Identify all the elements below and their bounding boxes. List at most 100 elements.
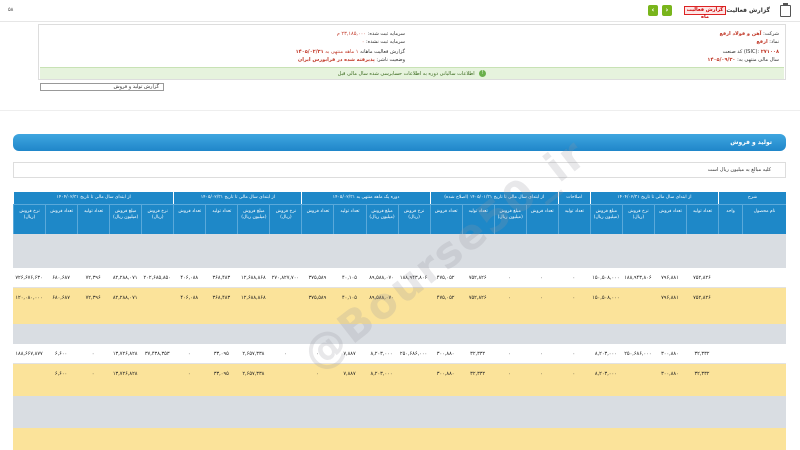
column-header: مبلغ فروش (میلیون ریال) [237, 204, 270, 234]
column-header: تعداد تولید [685, 204, 718, 234]
table-cell: ۳۷۵,۵۸۹ [308, 275, 327, 281]
table-section-row [13, 324, 786, 344]
table-cell: ۰ [91, 371, 95, 377]
table-cell: ۱۵۰,۵۰۸,۰۰۰ [592, 295, 620, 301]
isic-label: کد صنعت (ISIC): [722, 49, 760, 55]
table-cell: ۳۶۸,۴۸۳ [212, 295, 231, 301]
group-header: از ابتدای سال مالی تا تاریخ ۱۴۰۵/۰۲/۳۱ [173, 192, 302, 204]
table-cell: ۳۰۰,۸۸۰ [661, 351, 679, 357]
fiscal-year-label: سال مالی منتهی به: [737, 57, 779, 63]
table-cell: ۰ [540, 295, 544, 301]
table-cell: ۱۳,۷۲۶,۸۲۸ [112, 371, 138, 377]
group-header: اصلاحات [557, 192, 590, 204]
fiscal-year-value: ۱۴۰۵/۰۹/۳۰ [707, 57, 736, 63]
symbol-label: نماد: [769, 39, 779, 45]
table-cell: ۷۵۲,۸۲۶ [468, 275, 487, 281]
info-icon: ! [479, 70, 487, 77]
table-cell: ۱۲۰,۰۸۰,۰۰۰ [15, 295, 43, 301]
column-header: واحد [718, 204, 742, 234]
report-type-label: گزارش فعالیت ماهانه [360, 49, 405, 55]
column-header: تعداد فروش [301, 204, 334, 234]
unit-note: کلیه مبالغ به میلیون ریال است [13, 162, 786, 178]
column-header: نرخ فروش (ریال) [269, 204, 302, 234]
report-section-select[interactable]: گزارش تولید و فروش [40, 83, 164, 91]
table-cell: ۰ [508, 295, 512, 301]
column-header: نرخ فروش (ریال) [13, 204, 46, 234]
status-label: وضعیت ناشر: [376, 57, 405, 63]
table-cell: ۳۲,۳۳۲ [694, 371, 710, 377]
production-sales-table: شرح از ابتدای سال مالی تا تاریخ ۱۴۰۴/۰۲/۳… [13, 192, 786, 450]
page: گزارش فعالیت ماهانه گزارش فعالیت ماه › ‹… [0, 0, 800, 450]
column-header: نرخ فروش (ریال) [621, 204, 654, 234]
column-header: تعداد فروش [45, 204, 78, 234]
table-cell: ۰ [540, 371, 544, 377]
table-cell: ۳۳,۰۹۵ [213, 371, 229, 377]
table-cell: ۸۲,۲۸۸,۰۷۱ [112, 275, 138, 281]
table-cell: ۱۲,۶۸۸,۸۶۸ [241, 275, 266, 281]
symbol-value: ارفع [756, 39, 768, 45]
table-cell: ۳۷۵,۵۸۹ [308, 295, 327, 301]
group-header: از ابتدای سال مالی تا تاریخ ۱۴۰۴/۰۲/۳۱ [589, 192, 718, 204]
company-value: آهن و فولاد ارفع [719, 31, 762, 37]
table-cell: ۷۵۲,۸۲۶ [693, 295, 711, 301]
table-cell: ۰ [540, 275, 544, 281]
table-cell: ۰ [508, 275, 512, 281]
table-section-row [13, 396, 786, 428]
table-cell: ۸,۲۰۳,۰۰۰ [594, 371, 617, 377]
status-value: پذیرفته شده در فرابورس ایران [297, 57, 375, 63]
table-cell: ۱۲,۶۸۸,۸۶۸ [241, 295, 266, 301]
report-tag: گزارش فعالیت ماه [684, 6, 726, 20]
table-cell: ۴۰۶,۰۸۸ [180, 275, 199, 281]
capital-label: سرمایه ثبت شده: [367, 31, 405, 37]
table-cell: ۳۷,۴۳۸,۳۵۳ [144, 351, 170, 357]
table-cell: ۶,۶۰۰ [54, 351, 68, 357]
prev-button[interactable]: ‹ [648, 5, 658, 16]
table-cell: ۳۳,۰۹۵ [213, 351, 229, 357]
group-header: از ابتدای سال مالی تا تاریخ ۱۴۰۴/۰۲/۳۱ [13, 192, 174, 204]
table-cell: ۲,۶۵۷,۳۳۸ [242, 371, 265, 377]
audit-notice: اطلاعات سالیانی دوره به اطلاعات حسابرسی … [40, 67, 784, 79]
column-header: مبلغ فروش (میلیون ریال) [589, 204, 622, 234]
capital-value: ۲۳,۱۸۵,۰۰۰ م [336, 31, 367, 37]
table-cell: ۳۲,۳۳۲ [470, 371, 486, 377]
table-cell: ۷۵۲,۸۲۶ [693, 275, 711, 281]
top-bar: گزارش فعالیت ماهانه گزارش فعالیت ماه › ‹… [0, 0, 800, 22]
table-cell: ۷۵۲,۸۲۶ [468, 295, 487, 301]
next-button[interactable]: › [662, 5, 672, 16]
column-header: نرخ فروش (ریال) [141, 204, 174, 234]
table-cell: ۰ [187, 371, 191, 377]
period-value: ۱۴۰۵/۰۲/۳۱ [295, 49, 324, 55]
table-cell: ۳۶۸,۴۸۳ [212, 275, 231, 281]
company-label: شرکت: [763, 31, 779, 37]
table-cell: ۴۰,۱۰۵ [341, 275, 357, 281]
period-label: ۱ ماهه منتهی به [325, 49, 359, 55]
table-cell: ۳۰۰,۸۸۰ [436, 351, 455, 357]
table-cell: ۸,۲۰۳,۰۰۰ [594, 351, 617, 357]
select-value: گزارش تولید و فروش [113, 84, 159, 90]
column-header: تعداد تولید [77, 204, 110, 234]
table-cell: ۶۸۰,۶۸۷ [52, 275, 70, 281]
table-cell: ۲۰۲,۶۸۵,۸۵۰ [143, 275, 171, 281]
table-cell: ۳۰۰,۸۸۰ [661, 371, 679, 377]
unregistered-capital-label: سرمایه ثبت نشده: [366, 39, 405, 45]
table-cell: ۸,۲۰۳,۰۰۰ [370, 371, 393, 377]
table-cell: ۳۲,۳۳۲ [694, 351, 710, 357]
table-cell: ۶۸۰,۶۸۷ [52, 295, 70, 301]
table-cell: ۰ [572, 295, 576, 301]
table-cell: ۷۲,۳۹۶ [85, 295, 101, 301]
table-cell: ۸,۲۰۳,۰۰۰ [370, 351, 393, 357]
column-header: نام محصول [742, 204, 786, 234]
table-cell: ۲۵۰,۶۸۶,۰۰۰ [624, 351, 652, 357]
table-cell: ۰ [284, 351, 287, 357]
page-indicator: ۵۸ [8, 7, 14, 13]
table-cell: ۱۵۰,۵۰۸,۰۰۰ [592, 275, 620, 281]
table-cell: ۲۵۰,۶۸۶,۰۰۰ [399, 351, 428, 357]
column-header: نرخ فروش (ریال) [397, 204, 430, 234]
table-row [13, 364, 786, 396]
table-cell: ۰ [508, 371, 512, 377]
table-cell: ۶,۶۰۰ [54, 371, 68, 377]
table-cell: ۰ [572, 275, 576, 281]
column-header: تعداد تولید [557, 204, 590, 234]
table-cell: ۷۹۶,۸۸۱ [661, 275, 679, 281]
group-header: دوره یک ماهه منتهی به ۱۴۰۵/۰۲/۳۱ [301, 192, 430, 204]
